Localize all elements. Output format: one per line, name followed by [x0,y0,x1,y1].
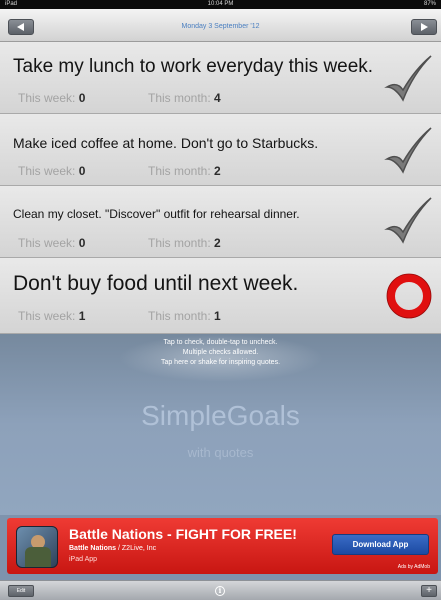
week-label: This week: [18,164,76,178]
circle-icon [386,273,432,319]
goal-row[interactable]: Clean my closet. "Discover" outfit for r… [0,186,441,258]
current-date: Monday 3 September '12 [181,23,260,30]
status-bar: iPad 10:04 PM 87% [0,0,441,9]
app-tagline: with quotes [187,445,254,460]
nav-bar: Monday 3 September '12 [0,9,441,42]
goal-row[interactable]: Don't buy food until next week. This wee… [0,258,441,334]
check-icon [384,197,432,244]
month-label: This month: [148,309,211,323]
week-label: This week: [18,236,76,250]
quotes-area[interactable]: Tap to check, double-tap to uncheck. Mul… [0,334,441,515]
week-count: 0 [78,164,86,178]
goal-title: Don't buy food until next week. [13,272,299,295]
month-count: 2 [214,164,221,178]
goal-row[interactable]: Take my lunch to work everyday this week… [0,42,441,114]
battery-level: 87% [423,1,436,7]
edit-button[interactable]: Edit [8,585,34,597]
month-count: 2 [214,236,221,250]
week-label: This week: [18,91,76,105]
info-icon[interactable]: i [215,586,225,596]
download-app-button[interactable]: Download App [332,534,429,555]
goal-stats: This week: 0 This month: 2 [18,236,221,250]
instruction-line: Tap to check, double-tap to uncheck. [163,339,278,346]
ad-banner[interactable]: Battle Nations - FIGHT FOR FREE! Battle … [7,518,438,574]
next-day-button[interactable] [411,19,437,35]
week-count: 0 [78,236,86,250]
month-label: This month: [148,164,211,178]
month-label: This month: [148,91,211,105]
goal-stats: This week: 0 This month: 2 [18,164,221,178]
ad-platform: iPad App [69,556,98,563]
instruction-line: Tap here or shake for inspiring quotes. [160,359,281,366]
instruction-line: Multiple checks allowed. [182,349,259,356]
app-name: SimpleGoals [141,400,300,431]
goal-title: Clean my closet. "Discover" outfit for r… [13,207,300,221]
month-label: This month: [148,236,211,250]
month-count: 1 [214,309,221,323]
month-count: 4 [214,91,221,105]
check-icon [384,55,432,102]
ad-attribution: Ads by AdMob [397,564,430,570]
week-count: 0 [78,91,86,105]
goal-stats: This week: 1 This month: 1 [18,309,221,323]
goal-title: Take my lunch to work everyday this week… [13,56,374,77]
week-label: This week: [18,309,76,323]
goal-title: Make iced coffee at home. Don't go to St… [13,135,319,151]
goal-stats: This week: 0 This month: 4 [18,91,221,105]
ad-title: Battle Nations - FIGHT FOR FREE! [69,526,297,542]
game-icon [16,526,58,568]
ad-developer: Battle Nations / Z2Live, Inc [69,545,157,552]
status-time: 10:04 PM [207,1,234,7]
add-goal-button[interactable]: + [421,585,437,597]
arrow-right-icon [421,23,428,31]
goal-row[interactable]: Make iced coffee at home. Don't go to St… [0,114,441,186]
check-icon [384,127,432,174]
bottom-toolbar: Edit i + [0,580,441,600]
week-count: 1 [78,309,86,323]
